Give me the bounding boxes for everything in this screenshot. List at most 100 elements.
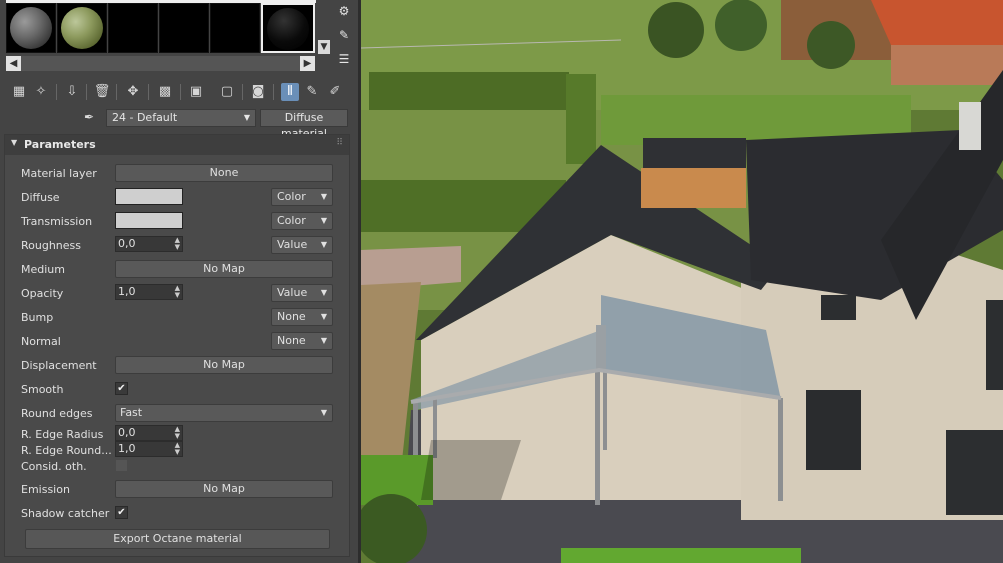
material-layer-label: Material layer bbox=[21, 167, 97, 180]
eyedropper-icon[interactable]: ✒ bbox=[84, 110, 98, 124]
diffuse-color-swatch[interactable] bbox=[115, 188, 183, 205]
spinner-arrows-icon[interactable]: ▲ ▼ bbox=[175, 426, 180, 440]
opacity-spinner[interactable]: 1,0 ▲ ▼ bbox=[115, 284, 183, 300]
material-slot-empty-2[interactable] bbox=[159, 3, 209, 53]
roughness-label: Roughness bbox=[21, 239, 82, 252]
spinner-arrows-icon[interactable]: ▲ ▼ bbox=[175, 442, 180, 456]
list-icon[interactable]: ☰ bbox=[337, 52, 351, 66]
chevron-down-icon: ▼ bbox=[243, 113, 250, 122]
roughness-value: 0,0 bbox=[118, 237, 136, 250]
get-material-icon[interactable]: ▦ bbox=[10, 83, 28, 101]
transmission-mode-dropdown[interactable]: Color ▼ bbox=[271, 212, 333, 230]
transmission-color-swatch[interactable] bbox=[115, 212, 183, 229]
render-viewport[interactable] bbox=[361, 0, 1003, 563]
material-type-button[interactable]: Diffuse material bbox=[260, 109, 348, 140]
round-edges-row: Round edges Fast ▼ bbox=[5, 404, 349, 424]
opacity-row: Opacity 1,0 ▲ ▼ Value ▼ bbox=[5, 284, 349, 304]
edge-roundness-spinner[interactable]: 1,0 ▲ ▼ bbox=[115, 441, 183, 457]
rollout-header[interactable]: ▼ Parameters ⠿ bbox=[5, 135, 349, 155]
material-layer-row: Material layer None bbox=[5, 164, 349, 184]
smooth-checkbox[interactable]: ✔ bbox=[115, 382, 128, 395]
put-material-icon[interactable]: ✧ bbox=[32, 83, 50, 101]
material-toolbar: ▦ ✧ ⇩ 🗑 ✥ ▩ ▣ ▢ ◙ ⫴ ✎ ✐ bbox=[0, 80, 358, 106]
smooth-label: Smooth bbox=[21, 383, 64, 396]
pick-icon[interactable]: ⚙ bbox=[337, 4, 351, 18]
delete-icon[interactable]: 🗑 bbox=[93, 83, 111, 101]
medium-label: Medium bbox=[21, 263, 65, 276]
roughness-spinner[interactable]: 0,0 ▲ ▼ bbox=[115, 236, 183, 252]
roughness-mode-dropdown[interactable]: Value ▼ bbox=[271, 236, 333, 254]
toolbar-divider bbox=[180, 84, 181, 100]
go-parent-icon[interactable]: ✎ bbox=[303, 83, 321, 101]
diffuse-label: Diffuse bbox=[21, 191, 60, 204]
toolbar-divider bbox=[242, 84, 243, 100]
material-layer-button[interactable]: None bbox=[115, 164, 333, 182]
emission-row: Emission No Map bbox=[5, 480, 349, 500]
opacity-label: Opacity bbox=[21, 287, 64, 300]
make-unique-icon[interactable]: ✥ bbox=[124, 83, 142, 101]
bump-label: Bump bbox=[21, 311, 54, 324]
material-id-icon[interactable]: ▢ bbox=[218, 83, 236, 101]
medium-map-button[interactable]: No Map bbox=[115, 260, 333, 278]
toolbar-divider bbox=[56, 84, 57, 100]
show-map-icon[interactable]: ◙ bbox=[249, 83, 267, 101]
material-slot-hedge[interactable] bbox=[57, 3, 107, 53]
round-edges-value: Fast bbox=[120, 406, 143, 419]
toolbar-divider bbox=[148, 84, 149, 100]
toolbar-divider bbox=[116, 84, 117, 100]
edge-radius-label: R. Edge Radius bbox=[21, 428, 104, 441]
normal-mode-value: None bbox=[277, 334, 306, 347]
collapse-icon: ▼ bbox=[11, 138, 18, 147]
chevron-down-icon: ▼ bbox=[320, 408, 327, 417]
parameters-rollout: ▼ Parameters ⠿ Material layer None Diffu… bbox=[4, 134, 350, 557]
shadow-catcher-checkbox[interactable]: ✔ bbox=[115, 506, 128, 519]
opacity-mode-dropdown[interactable]: Value ▼ bbox=[271, 284, 333, 302]
settings-icon[interactable]: ✎ bbox=[337, 28, 351, 42]
chevron-down-icon: ▼ bbox=[320, 312, 327, 321]
material-slot-empty-3[interactable] bbox=[210, 3, 260, 53]
material-slot-value: 24 - Default bbox=[112, 111, 178, 124]
consider-other-checkbox[interactable] bbox=[115, 459, 128, 472]
hedge-sphere-preview bbox=[61, 7, 103, 49]
emission-label: Emission bbox=[21, 483, 70, 496]
export-octane-material-button[interactable]: Export Octane material bbox=[25, 529, 330, 549]
material-slot-dropdown[interactable]: 24 - Default ▼ bbox=[106, 109, 256, 127]
shadow-catcher-label: Shadow catcher bbox=[21, 507, 110, 520]
swatch-hscrollbar[interactable]: ◀ ▶ bbox=[6, 56, 315, 71]
chevron-down-icon: ▼ bbox=[320, 192, 327, 201]
spinner-arrows-icon[interactable]: ▲ ▼ bbox=[175, 237, 180, 251]
normal-mode-dropdown[interactable]: None ▼ bbox=[271, 332, 333, 350]
material-slot-active[interactable] bbox=[261, 3, 315, 53]
emission-map-button[interactable]: No Map bbox=[115, 480, 333, 498]
displacement-map-button[interactable]: No Map bbox=[115, 356, 333, 374]
medium-row: Medium No Map bbox=[5, 260, 349, 280]
spinner-arrows-icon[interactable]: ▲ ▼ bbox=[175, 285, 180, 299]
edge-radius-value: 0,0 bbox=[118, 426, 136, 439]
scroll-right-icon[interactable]: ▶ bbox=[300, 56, 315, 71]
bump-mode-dropdown[interactable]: None ▼ bbox=[271, 308, 333, 326]
opacity-value: 1,0 bbox=[118, 285, 136, 298]
material-slot-stone[interactable] bbox=[6, 3, 56, 53]
shadow-catcher-row: Shadow catcher ✔ bbox=[5, 504, 349, 524]
round-edges-dropdown[interactable]: Fast ▼ bbox=[115, 404, 333, 422]
checker-icon[interactable]: ▩ bbox=[156, 83, 174, 101]
toolbar-divider bbox=[86, 84, 87, 100]
grip-icon: ⠿ bbox=[336, 138, 343, 148]
edge-radius-spinner[interactable]: 0,0 ▲ ▼ bbox=[115, 425, 183, 441]
go-sibling-icon[interactable]: ✐ bbox=[326, 83, 344, 101]
displacement-row: Displacement No Map bbox=[5, 356, 349, 376]
assign-icon[interactable]: ⇩ bbox=[63, 83, 81, 101]
roughness-row: Roughness 0,0 ▲ ▼ Value ▼ bbox=[5, 236, 349, 256]
scroll-left-icon[interactable]: ◀ bbox=[6, 56, 21, 71]
show-final-icon[interactable]: ⫴ bbox=[281, 83, 299, 101]
diffuse-mode-dropdown[interactable]: Color ▼ bbox=[271, 188, 333, 206]
swatch-scroll-down[interactable]: ▼ bbox=[318, 40, 330, 54]
save-icon[interactable]: ▣ bbox=[187, 83, 205, 101]
consider-other-label: Consid. oth. bbox=[21, 460, 87, 473]
material-slot-empty-1[interactable] bbox=[108, 3, 158, 53]
black-sphere-preview bbox=[267, 8, 309, 50]
chevron-down-icon: ▼ bbox=[320, 336, 327, 345]
displacement-label: Displacement bbox=[21, 359, 97, 372]
chevron-down-icon: ▼ bbox=[320, 216, 327, 225]
edge-roundness-label: R. Edge Round... bbox=[21, 444, 112, 457]
